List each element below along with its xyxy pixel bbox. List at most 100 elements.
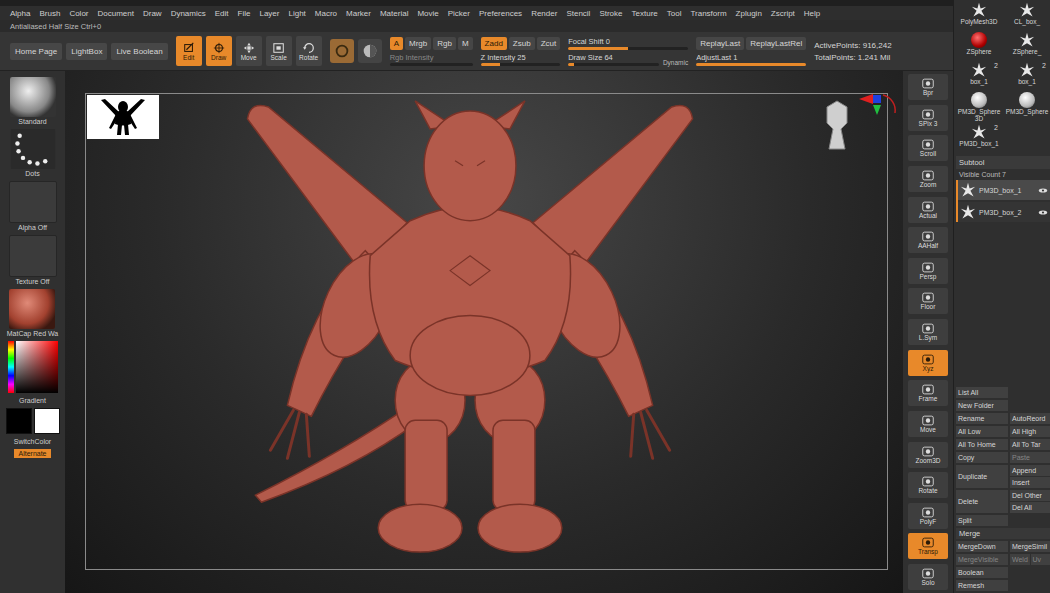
z-intensity-slider[interactable]: Z Intensity 25	[481, 53, 561, 66]
rgb-intensity-slider[interactable]: Rgb Intensity	[390, 53, 473, 66]
rgb-button[interactable]: M	[458, 37, 473, 50]
rgb-button[interactable]: Mrgb	[405, 37, 431, 50]
merge-action-button[interactable]: Weld	[1010, 554, 1030, 565]
merge-action-button[interactable]: Remesh	[956, 580, 1008, 591]
menu-item[interactable]: Dynamics	[171, 9, 206, 18]
menu-item[interactable]: Preferences	[479, 9, 522, 18]
menu-item[interactable]: Zscript	[771, 9, 795, 18]
menu-item[interactable]: Texture	[632, 9, 658, 18]
document-canvas[interactable]	[65, 71, 903, 593]
menu-item[interactable]: Stencil	[566, 9, 590, 18]
subtool-item[interactable]: PM3D_box_1	[958, 180, 1050, 200]
merge-action-button[interactable]: MergeDown	[956, 541, 1008, 552]
subtool-action-button[interactable]: All To Home	[956, 439, 1008, 450]
rgb-button[interactable]: Rgb	[433, 37, 456, 50]
menu-item[interactable]: Help	[804, 9, 820, 18]
subtool-action-button[interactable]: Delete	[956, 490, 1008, 513]
menu-item[interactable]: Movie	[417, 9, 438, 18]
tool-item[interactable]: PolyMesh3D	[956, 2, 1002, 30]
subtool-action-button[interactable]: All High	[1010, 426, 1050, 437]
nav-button[interactable]: Live Boolean	[111, 43, 167, 60]
shelf-button[interactable]: Frame	[908, 380, 948, 406]
dynamic-toggle[interactable]: Dynamic	[663, 59, 688, 66]
menu-item[interactable]: Material	[380, 9, 408, 18]
menu-item[interactable]: Light	[288, 9, 305, 18]
tool-item[interactable]: 2 box_1	[1004, 62, 1050, 90]
stroke-picker[interactable]: Dots	[10, 129, 56, 177]
subtool-action-button[interactable]: Del All	[1010, 502, 1050, 513]
z-button[interactable]: Zsub	[509, 37, 535, 50]
shelf-button[interactable]: L.Sym	[908, 319, 948, 345]
tool-item[interactable]: 2 box_1	[956, 62, 1002, 90]
shelf-button[interactable]: Zoom3D	[908, 442, 948, 468]
menu-item[interactable]: Color	[69, 9, 88, 18]
tool-item[interactable]: 2 PM3D_box_1	[956, 124, 1002, 152]
menu-item[interactable]: Transform	[690, 9, 726, 18]
merge-action-button[interactable]: Uv	[1031, 554, 1050, 565]
adjust-last-slider[interactable]: AdjustLast 1	[696, 53, 806, 66]
mode-button[interactable]: Rotate	[296, 36, 322, 66]
tool-item[interactable]: ZSphere_	[1004, 32, 1050, 60]
replay-button[interactable]: ReplayLast	[696, 37, 744, 50]
draw-size-slider[interactable]: Draw Size 64	[568, 53, 659, 66]
shelf-button[interactable]: Persp	[908, 258, 948, 284]
shelf-button[interactable]: Move	[908, 411, 948, 437]
material-picker[interactable]: MatCap Red Wa	[7, 289, 58, 337]
menu-item[interactable]: Document	[98, 9, 134, 18]
menu-item[interactable]: Edit	[215, 9, 229, 18]
tool-item[interactable]: ZSphere	[956, 32, 1002, 60]
shelf-button[interactable]: Rotate	[908, 472, 948, 498]
shelf-button[interactable]: Actual	[908, 197, 948, 223]
merge-action-button[interactable]: MergeSimil	[1010, 541, 1050, 552]
texture-picker[interactable]: Texture Off	[9, 235, 57, 285]
subtool-action-button[interactable]: All To Tar	[1010, 439, 1050, 450]
subtool-action-button[interactable]: AutoReord	[1010, 413, 1050, 424]
shelf-button[interactable]: Zoom	[908, 166, 948, 192]
visibility-icon[interactable]	[1038, 210, 1048, 215]
replay-button[interactable]: ReplayLastRel	[746, 37, 806, 50]
shelf-button[interactable]: Scroll	[908, 135, 948, 161]
color-picker[interactable]	[8, 341, 58, 393]
brush-picker[interactable]: Standard	[10, 77, 56, 125]
shelf-button[interactable]: SPix 3	[908, 105, 948, 131]
mode-button[interactable]: Edit	[176, 36, 202, 66]
menu-item[interactable]: Draw	[143, 9, 162, 18]
menu-item[interactable]: Macro	[315, 9, 337, 18]
nav-button[interactable]: Home Page	[10, 43, 62, 60]
sphere-button[interactable]	[358, 39, 382, 63]
shelf-button[interactable]: AAHalf	[908, 227, 948, 253]
subtool-action-button[interactable]: New Folder	[956, 400, 1008, 411]
tool-item[interactable]: CL_box_	[1004, 2, 1050, 30]
subtool-header[interactable]: Subtool	[956, 156, 1050, 169]
shelf-button[interactable]: Solo	[908, 564, 948, 590]
visibility-icon[interactable]	[1038, 188, 1048, 193]
orientation-gizmo-icon[interactable]	[817, 93, 897, 163]
subtool-action-button[interactable]: Del Other	[1010, 490, 1050, 501]
merge-header[interactable]: Merge	[956, 528, 1050, 539]
subtool-action-button[interactable]: Copy	[956, 452, 1008, 463]
shelf-button[interactable]: Floor	[908, 288, 948, 314]
menu-item[interactable]: Stroke	[599, 9, 622, 18]
subtool-action-button[interactable]: Insert	[1010, 477, 1050, 488]
subtool-action-button[interactable]: Split	[956, 515, 1008, 526]
menu-item[interactable]: Marker	[346, 9, 371, 18]
mode-button[interactable]: Scale	[266, 36, 292, 66]
rgb-button[interactable]: A	[390, 37, 403, 50]
circle-button[interactable]	[330, 39, 354, 63]
merge-action-button[interactable]: MergeVisible	[956, 554, 1008, 565]
subtool-action-button[interactable]: Rename	[956, 413, 1008, 424]
merge-action-button[interactable]: Boolean	[956, 567, 1008, 578]
menu-item[interactable]: File	[238, 9, 251, 18]
shelf-button[interactable]: Bpr	[908, 74, 948, 100]
mode-button[interactable]: Draw	[206, 36, 232, 66]
mode-button[interactable]: Move	[236, 36, 262, 66]
focal-shift-slider[interactable]: Focal Shift 0	[568, 37, 688, 50]
alpha-picker[interactable]: Alpha Off	[9, 181, 57, 231]
menu-item[interactable]: Render	[531, 9, 557, 18]
z-button[interactable]: Zcut	[537, 37, 561, 50]
subtool-action-button[interactable]: Duplicate	[956, 465, 1008, 488]
color-swatch[interactable]	[6, 408, 32, 434]
shelf-button[interactable]: PolyF	[908, 503, 948, 529]
subtool-action-button[interactable]: Append	[1010, 465, 1050, 476]
menu-item[interactable]: Alpha	[10, 9, 30, 18]
